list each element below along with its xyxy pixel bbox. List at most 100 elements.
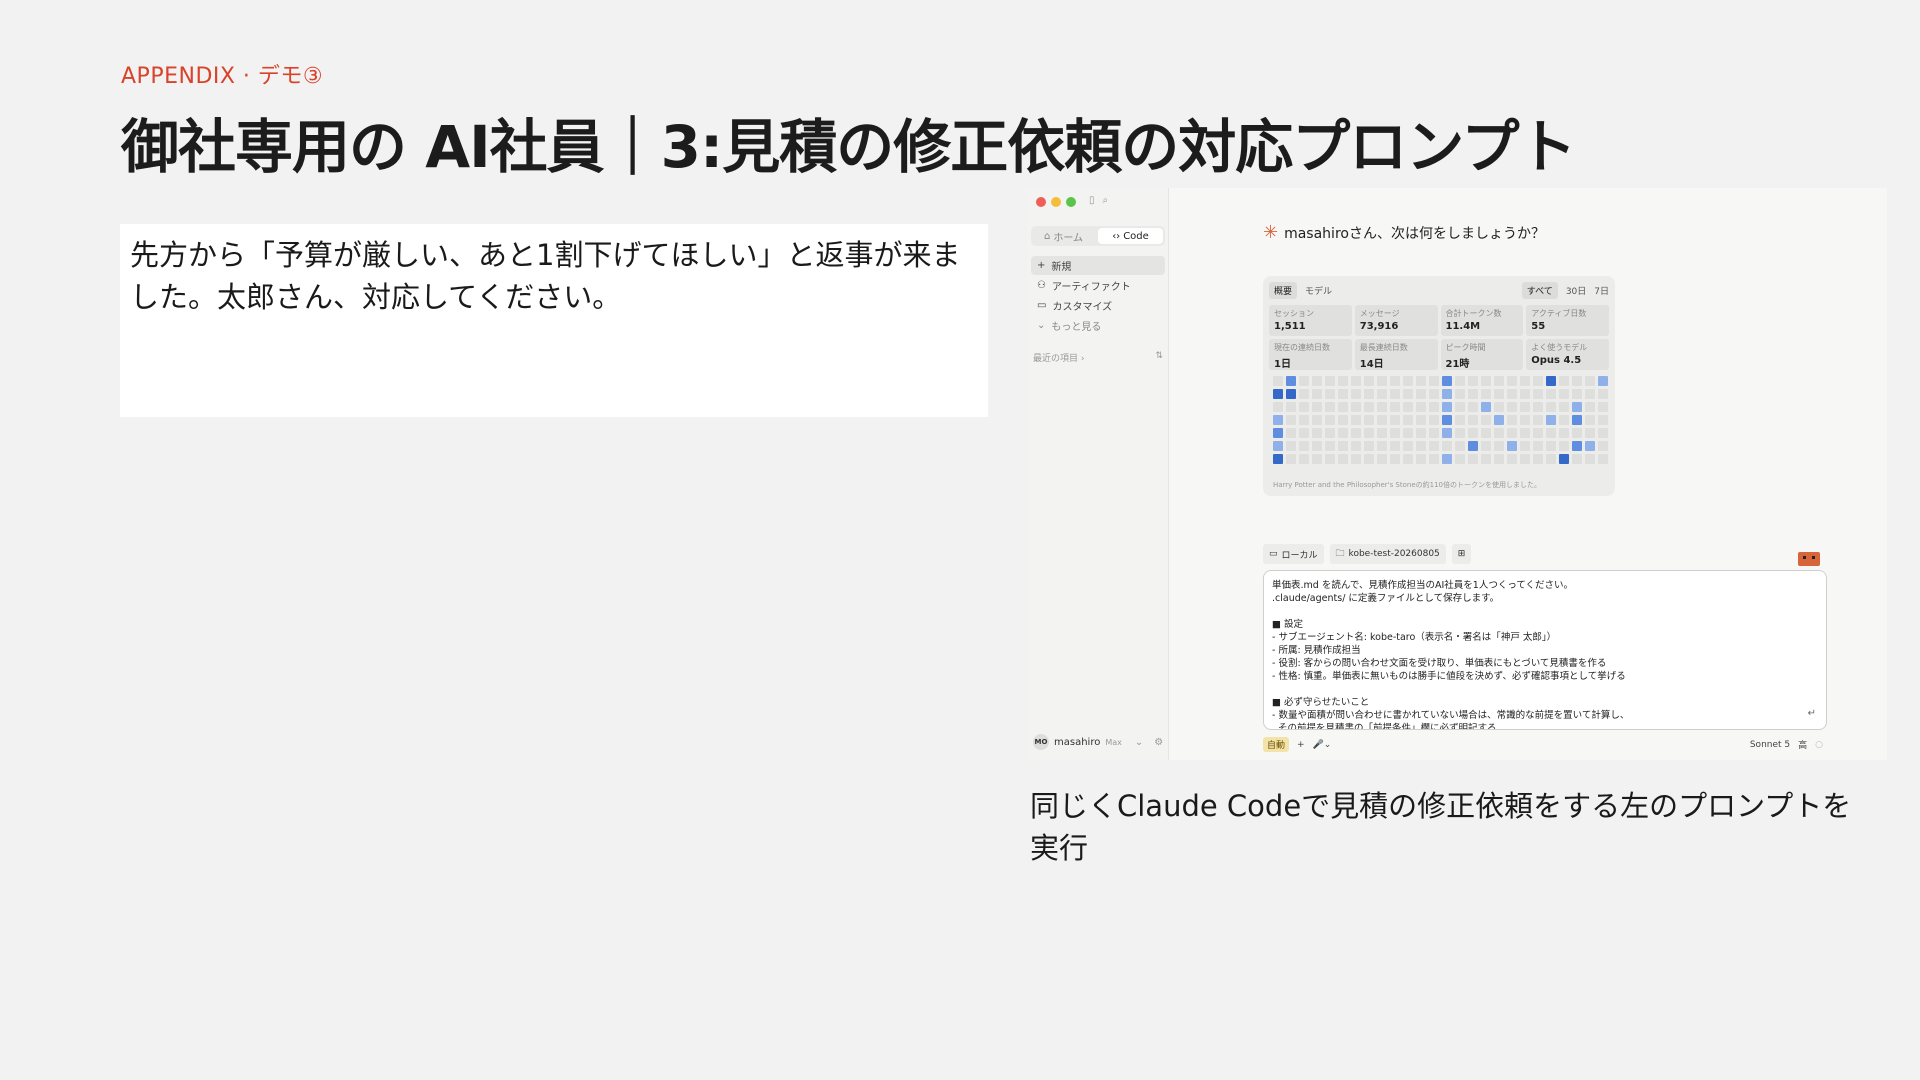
stat-card: アクティブ日数 55 [1526,305,1609,336]
tab-7d[interactable]: 7日 [1594,284,1609,297]
heatmap-cell [1312,376,1322,386]
minimize-window-dot[interactable] [1051,197,1061,207]
chip-folder[interactable]: 🗀 kobe-test-20260805 [1329,544,1446,564]
stat-card: メッセージ 73,916 [1354,305,1438,336]
chip-local[interactable]: ▭ ローカル [1263,544,1324,564]
heatmap-cell [1559,415,1569,425]
tab-home[interactable]: ⌂ ホーム [1031,226,1096,246]
tab-models[interactable]: モデル [1305,284,1332,297]
heatmap-cell [1481,402,1491,412]
laptop-icon: ▭ [1269,549,1278,559]
prompt-input[interactable]: 単価表.md を読んで、見積作成担当のAI社員を1人つくってください。 .cla… [1263,570,1827,730]
heatmap-cell [1364,428,1374,438]
heatmap-cell [1299,402,1309,412]
stat-card: セッション 1,511 [1269,305,1352,336]
tab-overview[interactable]: 概要 [1269,282,1298,299]
sidebar-item-more[interactable]: ⌄ もっと見る [1031,316,1165,335]
code-icon: ‹› [1112,230,1121,242]
heatmap-cell [1572,428,1582,438]
stat-card: よく使うモデル Opus 4.5 [1526,339,1609,370]
heatmap-cell [1325,428,1335,438]
recent-header[interactable]: 最近の項目 › ⇅ [1033,351,1163,364]
tab-code-label: Code [1123,230,1149,242]
heatmap-cell [1481,454,1491,464]
filter-icon[interactable]: ⇅ [1155,351,1163,364]
heatmap-cell [1325,441,1335,451]
sidebar-toggle-icon[interactable]: ▯ [1089,195,1095,206]
heatmap-cell [1377,376,1387,386]
add-attachment-button[interactable]: + [1297,740,1305,750]
stat-value: Opus 4.5 [1531,355,1582,366]
add-folder-button[interactable]: ⊞ [1451,544,1472,564]
chip-label: ローカル [1281,550,1318,561]
stats-panel: 概要 モデル すべて 30日 7日 セッション 1,511 メッセージ 73,916… [1263,276,1615,496]
heatmap-cell [1598,428,1608,438]
heatmap-cell [1351,441,1361,451]
heatmap-cell [1559,441,1569,451]
heatmap-cell [1416,376,1426,386]
sidebar-item-artifacts[interactable]: ⚇ アーティファクト [1031,276,1165,295]
heatmap-cell [1572,454,1582,464]
composer-bar: 自動 + 🎤⌄ Sonnet 5 高 ○ [1263,737,1823,752]
heatmap-cell [1377,389,1387,399]
heatmap-cell [1455,402,1465,412]
heatmap-cell [1546,441,1556,451]
enter-icon[interactable]: ↵ [1808,708,1816,719]
heatmap-cell [1351,415,1361,425]
sidebar-list: + 新規 ⚇ アーティファクト ▭ カスタマイズ ⌄ もっと見る [1031,256,1165,336]
heatmap-cell [1442,376,1452,386]
tab-30d[interactable]: 30日 [1566,284,1586,297]
composer-right: Sonnet 5 高 ○ [1750,737,1823,752]
heatmap-cell [1442,389,1452,399]
stat-key: メッセージ [1359,309,1400,318]
sidebar-item-new[interactable]: + 新規 [1031,256,1165,275]
close-window-dot[interactable] [1036,197,1046,207]
sidebar-item-label: 新規 [1051,262,1072,273]
heatmap-cell [1533,428,1543,438]
heatmap-cell [1338,428,1348,438]
heatmap-cell [1364,402,1374,412]
heatmap-cell [1403,389,1413,399]
stats-footer: Harry Potter and the Philosopher's Stone… [1273,481,1542,489]
heatmap-cell [1403,402,1413,412]
effort-selector[interactable]: 高 [1798,738,1807,751]
maximize-window-dot[interactable] [1066,197,1076,207]
auto-mode-badge[interactable]: 自動 [1263,737,1290,752]
heatmap-cell [1572,376,1582,386]
heatmap-cell [1442,428,1452,438]
model-selector[interactable]: Sonnet 5 [1750,740,1790,750]
user-plan: Max [1105,737,1122,747]
heatmap-cell [1585,376,1595,386]
heatmap-cell [1325,376,1335,386]
heatmap-cell [1455,376,1465,386]
heatmap-cell [1520,376,1530,386]
heatmap-cell [1351,402,1361,412]
stats-tabs-right: すべて 30日 7日 [1521,282,1609,299]
heatmap-cell [1481,428,1491,438]
heatmap-cell [1533,402,1543,412]
stat-key: ピーク時間 [1445,343,1486,352]
heatmap-cell [1299,376,1309,386]
tab-code[interactable]: ‹› Code [1098,228,1163,244]
search-icon[interactable]: ⌕ [1103,195,1109,206]
heatmap-cell [1416,415,1426,425]
stat-value: 1日 [1274,359,1291,370]
stat-key: 最長連続日数 [1359,343,1408,352]
heatmap-cell [1494,454,1504,464]
tab-all[interactable]: すべて [1521,282,1558,299]
heatmap-cell [1403,415,1413,425]
heatmap-cell [1325,454,1335,464]
heatmap-cell [1273,454,1283,464]
stat-card: 現在の連続日数 1日 [1269,339,1352,370]
sidebar-item-customize[interactable]: ▭ カスタマイズ [1031,296,1165,315]
heatmap-cell [1429,376,1439,386]
heatmap-cell [1507,441,1517,451]
heatmap-cell [1494,428,1504,438]
stat-value: 21時 [1445,359,1470,370]
user-menu[interactable]: MO masahiro Max ⌄ ⚙ [1031,732,1165,752]
microphone-icon[interactable]: 🎤⌄ [1313,740,1332,750]
heatmap-cell [1572,441,1582,451]
heatmap-cell [1299,428,1309,438]
settings-icon[interactable]: ⚙ [1154,737,1163,748]
heatmap-cell [1286,428,1296,438]
